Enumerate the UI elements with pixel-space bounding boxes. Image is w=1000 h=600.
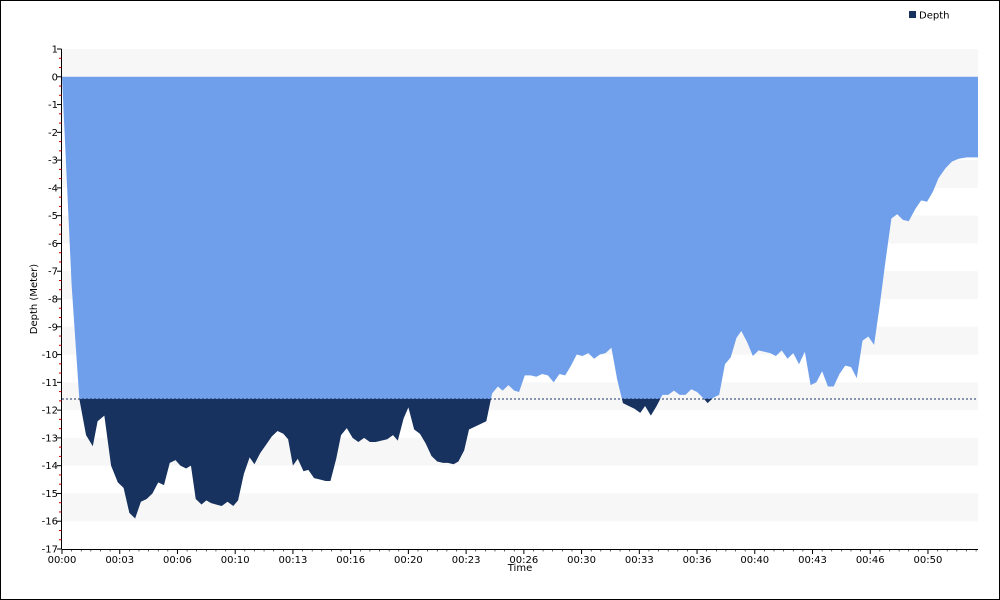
x-tick-label: 00:03 xyxy=(105,555,134,566)
x-tick-label: 00:36 xyxy=(683,555,712,566)
y-tick-label: -10 xyxy=(42,350,58,361)
y-tick-label: -17 xyxy=(42,545,58,556)
legend: Depth xyxy=(909,11,949,22)
y-axis-ticks: 1 0 -1 -2 -3 -4 -5 -6 -7 -8 -9 -10 -11 -12 -13 -14 -15 -1… xyxy=(42,45,62,556)
x-tick-label: 00:06 xyxy=(163,555,192,566)
x-tick-label: 00:20 xyxy=(394,555,423,566)
x-tick-label: 00:16 xyxy=(336,555,365,566)
y-tick-label: -2 xyxy=(48,128,58,139)
x-tick-label: 00:50 xyxy=(914,555,943,566)
grid-band xyxy=(62,49,978,77)
y-tick-label: -15 xyxy=(42,489,58,500)
y-tick-label: -5 xyxy=(48,211,58,222)
y-tick-label: -8 xyxy=(48,295,58,306)
y-tick-label: 1 xyxy=(52,45,58,56)
x-tick-label: 00:46 xyxy=(856,555,885,566)
y-tick-label: -11 xyxy=(42,378,58,389)
x-tick-label: 00:10 xyxy=(221,555,250,566)
y-tick-label: -1 xyxy=(48,100,58,111)
y-tick-label: -13 xyxy=(42,433,58,444)
x-tick-label: 00:13 xyxy=(279,555,308,566)
y-tick-label: 0 xyxy=(52,72,58,83)
legend-swatch xyxy=(909,11,916,18)
x-tick-label: 00:30 xyxy=(567,555,596,566)
x-tick-label: 00:40 xyxy=(740,555,769,566)
y-axis-title: Depth (Meter) xyxy=(29,264,40,335)
x-tick-label: 00:33 xyxy=(625,555,654,566)
x-axis-title: Time xyxy=(507,563,532,574)
depth-chart: 1 0 -1 -2 -3 -4 -5 -6 -7 -8 -9 -10 -11 -12 -13 -14 -15 -1… xyxy=(29,11,978,574)
y-tick-label: -4 xyxy=(48,183,58,194)
x-tick-label: 00:23 xyxy=(452,555,481,566)
y-tick-label: -12 xyxy=(42,406,58,417)
x-tick-label: 00:43 xyxy=(798,555,827,566)
y-tick-label: -9 xyxy=(48,322,58,333)
y-tick-label: -3 xyxy=(48,156,58,167)
y-tick-label: -7 xyxy=(48,267,58,278)
y-tick-label: -14 xyxy=(42,461,58,472)
y-tick-label: -6 xyxy=(48,239,58,250)
x-tick-label: 00:00 xyxy=(48,555,77,566)
legend-label: Depth xyxy=(919,11,949,22)
y-tick-label: -16 xyxy=(42,517,58,528)
